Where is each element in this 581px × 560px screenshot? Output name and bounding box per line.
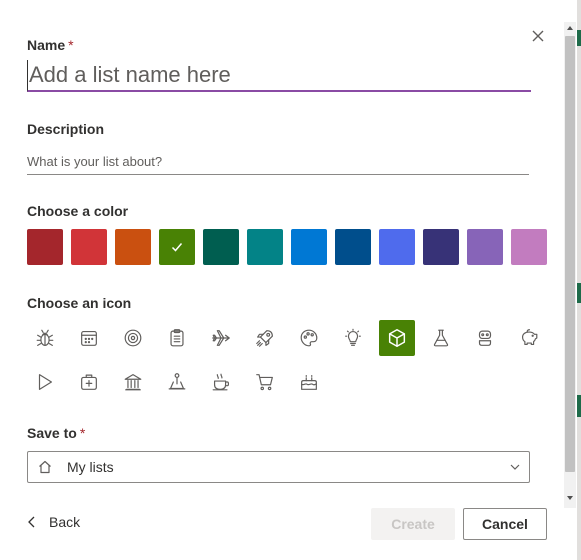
create-button[interactable]: Create: [371, 508, 455, 540]
icon-option-shopping-cart[interactable]: [247, 364, 283, 400]
description-label: Description: [27, 121, 105, 137]
back-button[interactable]: Back: [27, 514, 80, 530]
color-swatch-teal[interactable]: [247, 229, 283, 265]
first-aid-kit-icon: [81, 374, 97, 390]
icon-option-joystick[interactable]: [159, 364, 195, 400]
color-swatch-dark-blue[interactable]: [335, 229, 371, 265]
clipboard-icon: [170, 329, 184, 347]
color-swatch-dark-red[interactable]: [27, 229, 63, 265]
scrollbar-thumb[interactable]: [565, 36, 575, 472]
window-edge-accent: [577, 395, 581, 417]
color-swatch-pink[interactable]: [511, 229, 547, 265]
target-icon: [124, 329, 142, 347]
chevron-left-icon: [28, 516, 35, 528]
icon-option-lightbulb[interactable]: [335, 320, 371, 356]
rocket-icon: [256, 330, 273, 347]
icon-option-palette[interactable]: [291, 320, 327, 356]
icon-option-beaker[interactable]: [423, 320, 459, 356]
shopping-cart-icon: [256, 374, 273, 391]
color-label: Choose a color: [27, 203, 129, 219]
icon-option-cube[interactable]: [379, 320, 415, 356]
window-edge: [577, 0, 581, 560]
joystick-icon: [168, 373, 186, 390]
icon-option-bank[interactable]: [115, 364, 151, 400]
color-swatch-blue[interactable]: [291, 229, 327, 265]
save-to-label: Save to *: [27, 425, 85, 441]
home-icon: [39, 460, 51, 474]
piggy-bank-icon: [521, 329, 538, 346]
cube-icon: [388, 329, 406, 347]
palette-icon: [300, 329, 318, 347]
icon-option-piggy-bank[interactable]: [511, 320, 547, 356]
scroll-down-arrow-icon[interactable]: [566, 494, 574, 502]
name-label-text: Name: [27, 37, 66, 53]
calendar-icon: [81, 330, 97, 346]
icon-option-target[interactable]: [115, 320, 151, 356]
icon-option-clipboard[interactable]: [159, 320, 195, 356]
icon-option-bug[interactable]: [27, 320, 63, 356]
back-label: Back: [49, 514, 81, 530]
color-swatch-red[interactable]: [71, 229, 107, 265]
color-swatch-dark-teal[interactable]: [203, 229, 239, 265]
airplane-icon: [212, 330, 230, 346]
color-swatch-green[interactable]: [159, 229, 195, 265]
icon-row: [27, 364, 557, 400]
color-swatch-indigo[interactable]: [423, 229, 459, 265]
icon-label: Choose an icon: [27, 295, 132, 311]
bank-icon: [124, 374, 142, 391]
icon-option-calendar[interactable]: [71, 320, 107, 356]
save-to-label-text: Save to: [27, 425, 77, 441]
name-label: Name *: [27, 37, 74, 53]
color-swatch-purple[interactable]: [467, 229, 503, 265]
lightbulb-icon: [345, 328, 361, 346]
cancel-button[interactable]: Cancel: [463, 508, 547, 540]
save-to-dropdown[interactable]: My lists: [27, 451, 530, 483]
robot-icon: [478, 330, 492, 346]
list-name-input[interactable]: [27, 60, 531, 92]
required-mark: *: [68, 37, 74, 53]
scroll-up-arrow-icon[interactable]: [566, 24, 574, 32]
chevron-down-icon: [510, 464, 520, 470]
play-icon: [38, 374, 53, 390]
coffee-icon: [212, 373, 230, 391]
icon-picker: [27, 320, 557, 408]
icon-row: [27, 320, 557, 356]
description-input[interactable]: [27, 148, 529, 175]
color-swatch-orange[interactable]: [115, 229, 151, 265]
save-to-value: My lists: [67, 459, 114, 475]
icon-option-rocket[interactable]: [247, 320, 283, 356]
checkmark-icon: [171, 243, 183, 252]
close-icon[interactable]: [528, 26, 548, 46]
icon-option-airplane[interactable]: [203, 320, 239, 356]
icon-option-robot[interactable]: [467, 320, 503, 356]
cake-icon: [301, 374, 317, 390]
window-edge-accent: [577, 30, 581, 46]
required-mark: *: [79, 425, 86, 441]
color-swatch-periwinkle[interactable]: [379, 229, 415, 265]
icon-option-play[interactable]: [27, 364, 63, 400]
window-edge-accent: [577, 283, 581, 303]
icon-option-cake[interactable]: [291, 364, 327, 400]
color-picker: [27, 229, 547, 265]
icon-option-coffee[interactable]: [203, 364, 239, 400]
beaker-icon: [433, 329, 449, 347]
icon-option-first-aid-kit[interactable]: [71, 364, 107, 400]
bug-icon: [36, 329, 54, 346]
